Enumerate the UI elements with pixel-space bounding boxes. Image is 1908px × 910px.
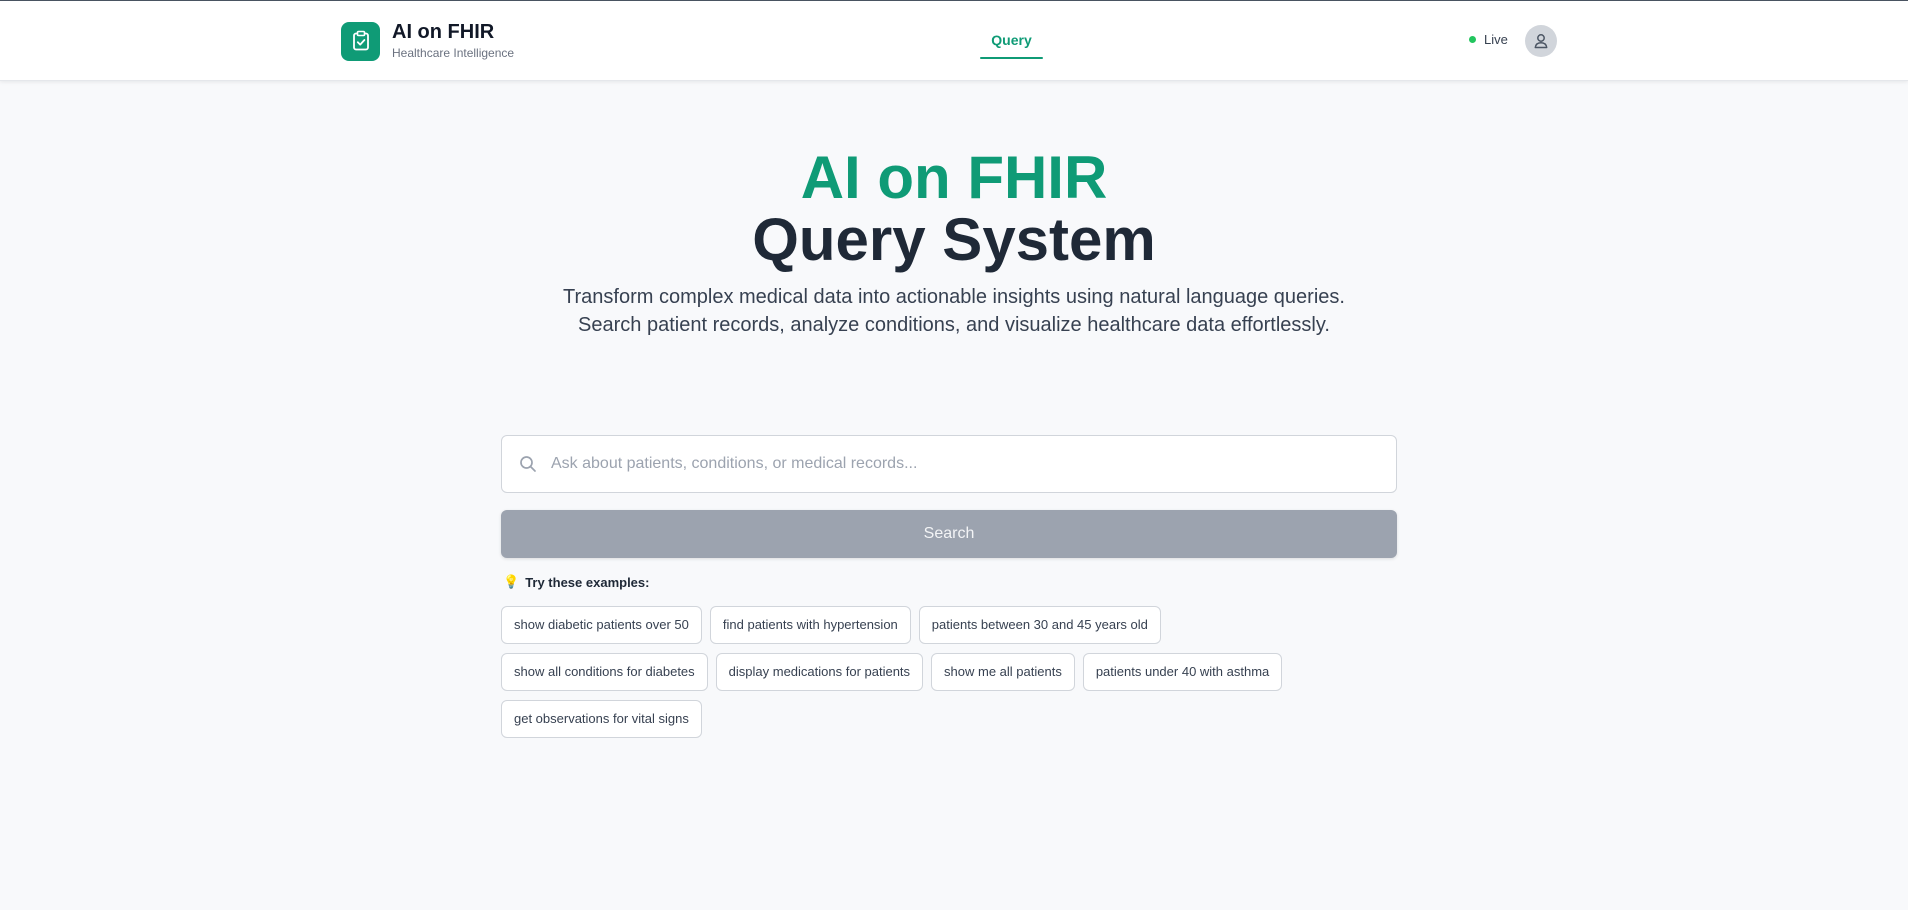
user-avatar-button[interactable]	[1525, 25, 1557, 57]
example-query-chip[interactable]: patients between 30 and 45 years old	[918, 606, 1161, 644]
status-label: Live	[1484, 32, 1508, 47]
example-query-chip[interactable]: show all conditions for diabetes	[501, 653, 708, 691]
search-input[interactable]	[551, 455, 1396, 473]
top-nav-bar: AI on FHIR Healthcare Intelligence Query…	[0, 1, 1908, 81]
status-dot-icon	[1469, 36, 1476, 43]
hero-title-line1: AI on FHIR	[800, 144, 1108, 211]
hero-description: Transform complex medical data into acti…	[0, 283, 1908, 339]
tab-query-label: Query	[991, 32, 1032, 48]
hero-description-line2: Search patient records, analyze conditio…	[578, 314, 1330, 336]
tab-active-indicator	[980, 57, 1043, 59]
example-query-chip[interactable]: display medications for patients	[715, 653, 924, 691]
search-box	[501, 435, 1397, 493]
example-query-chip[interactable]: show diabetic patients over 50	[501, 606, 702, 644]
example-query-list: show diabetic patients over 50 find pati…	[501, 606, 1397, 747]
live-status: Live	[1469, 32, 1508, 47]
search-button[interactable]: Search	[501, 510, 1397, 558]
brand[interactable]: AI on FHIR Healthcare Intelligence	[341, 21, 514, 61]
examples-label: Try these examples:	[525, 574, 650, 590]
brand-title: AI on FHIR	[392, 21, 495, 43]
hero-description-line1: Transform complex medical data into acti…	[563, 286, 1345, 308]
clipboard-check-icon	[341, 21, 380, 61]
hero-section: AI on FHIR Query System Transform comple…	[0, 145, 1908, 339]
example-query-chip[interactable]: find patients with hypertension	[709, 606, 911, 644]
tab-query[interactable]: Query	[980, 29, 1043, 59]
example-query-chip[interactable]: get observations for vital signs	[501, 700, 702, 738]
brand-subtitle: Healthcare Intelligence	[392, 46, 515, 60]
lightbulb-icon: 💡	[503, 574, 520, 589]
hero-title-line2: Query System	[752, 206, 1156, 273]
examples-heading: 💡 Try these examples:	[503, 574, 649, 590]
search-icon	[520, 456, 536, 472]
example-query-chip[interactable]: show me all patients	[931, 653, 1075, 691]
user-icon	[1534, 34, 1548, 49]
example-query-chip[interactable]: patients under 40 with asthma	[1082, 653, 1283, 691]
